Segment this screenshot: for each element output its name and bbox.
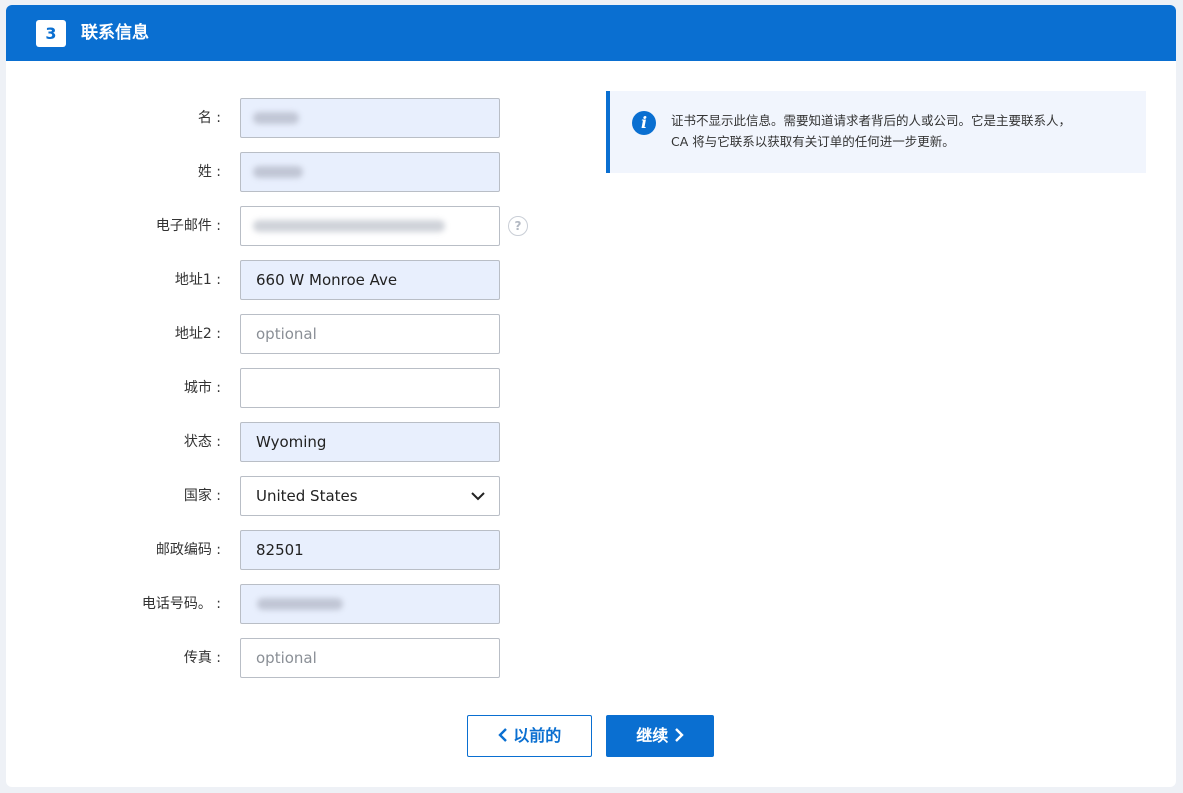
- city-input[interactable]: [240, 368, 500, 408]
- contact-info-panel: 3 联系信息 名 : 姓 : 电子邮件 : ? 地址1 : 660 W Monr…: [6, 5, 1176, 787]
- address2-label: 地址2 :: [174, 326, 221, 342]
- last-name-label: 姓 :: [197, 164, 221, 180]
- chevron-right-icon: [674, 728, 684, 742]
- redacted-value: [257, 598, 343, 610]
- continue-button[interactable]: 继续: [606, 715, 714, 757]
- phone-row: 电话号码。 :: [6, 584, 566, 624]
- previous-button[interactable]: 以前的: [467, 715, 592, 757]
- email-label: 电子邮件 :: [155, 218, 221, 234]
- chevron-down-icon: [471, 492, 485, 501]
- last-name-input[interactable]: [240, 152, 500, 192]
- redacted-value: [253, 166, 303, 178]
- redacted-value: [253, 220, 445, 232]
- email-row: 电子邮件 : ?: [6, 206, 566, 246]
- info-text: 证书不显示此信息。需要知道请求者背后的人或公司。它是主要联系人， CA 将与它联…: [671, 110, 1131, 152]
- phone-label: 电话号码。 :: [141, 596, 221, 612]
- first-name-row: 名 :: [6, 98, 566, 138]
- country-label: 国家 :: [183, 488, 221, 504]
- chevron-left-icon: [498, 728, 507, 742]
- info-callout: i 证书不显示此信息。需要知道请求者背后的人或公司。它是主要联系人， CA 将与…: [606, 91, 1146, 173]
- redacted-value: [253, 112, 299, 124]
- address1-row: 地址1 : 660 W Monroe Ave: [6, 260, 566, 300]
- city-label: 城市 :: [183, 380, 221, 396]
- address1-label: 地址1 :: [174, 272, 221, 288]
- fax-label: 传真 :: [183, 650, 221, 666]
- first-name-label: 名 :: [197, 110, 221, 126]
- email-input[interactable]: [240, 206, 500, 246]
- state-row: 状态 : Wyoming: [6, 422, 566, 462]
- continue-button-label: 继续: [636, 726, 669, 745]
- last-name-row: 姓 :: [6, 152, 566, 192]
- info-text-line-1: 证书不显示此信息。需要知道请求者背后的人或公司。它是主要联系人，: [671, 113, 1072, 128]
- panel-title: 联系信息: [81, 23, 149, 43]
- previous-button-label: 以前的: [513, 726, 562, 745]
- info-icon: i: [632, 111, 656, 135]
- address1-input[interactable]: 660 W Monroe Ave: [240, 260, 500, 300]
- postal-code-row: 邮政编码 : 82501: [6, 530, 566, 570]
- country-select[interactable]: United States: [240, 476, 500, 516]
- info-text-line-2: CA 将与它联系以获取有关订单的任何进一步更新。: [671, 134, 955, 149]
- first-name-input[interactable]: [240, 98, 500, 138]
- country-row: 国家 : United States: [6, 476, 566, 516]
- phone-input[interactable]: [240, 584, 500, 624]
- city-row: 城市 :: [6, 368, 566, 408]
- address2-row: 地址2 : optional: [6, 314, 566, 354]
- state-input[interactable]: Wyoming: [240, 422, 500, 462]
- fax-input[interactable]: optional: [240, 638, 500, 678]
- state-label: 状态 :: [183, 434, 221, 450]
- address2-input[interactable]: optional: [240, 314, 500, 354]
- panel-header: 3 联系信息: [6, 5, 1176, 61]
- step-number-badge: 3: [36, 20, 66, 47]
- country-selected-value: United States: [256, 487, 358, 505]
- postal-code-label: 邮政编码 :: [155, 542, 221, 558]
- help-icon[interactable]: ?: [508, 216, 528, 236]
- postal-code-input[interactable]: 82501: [240, 530, 500, 570]
- fax-row: 传真 : optional: [6, 638, 566, 678]
